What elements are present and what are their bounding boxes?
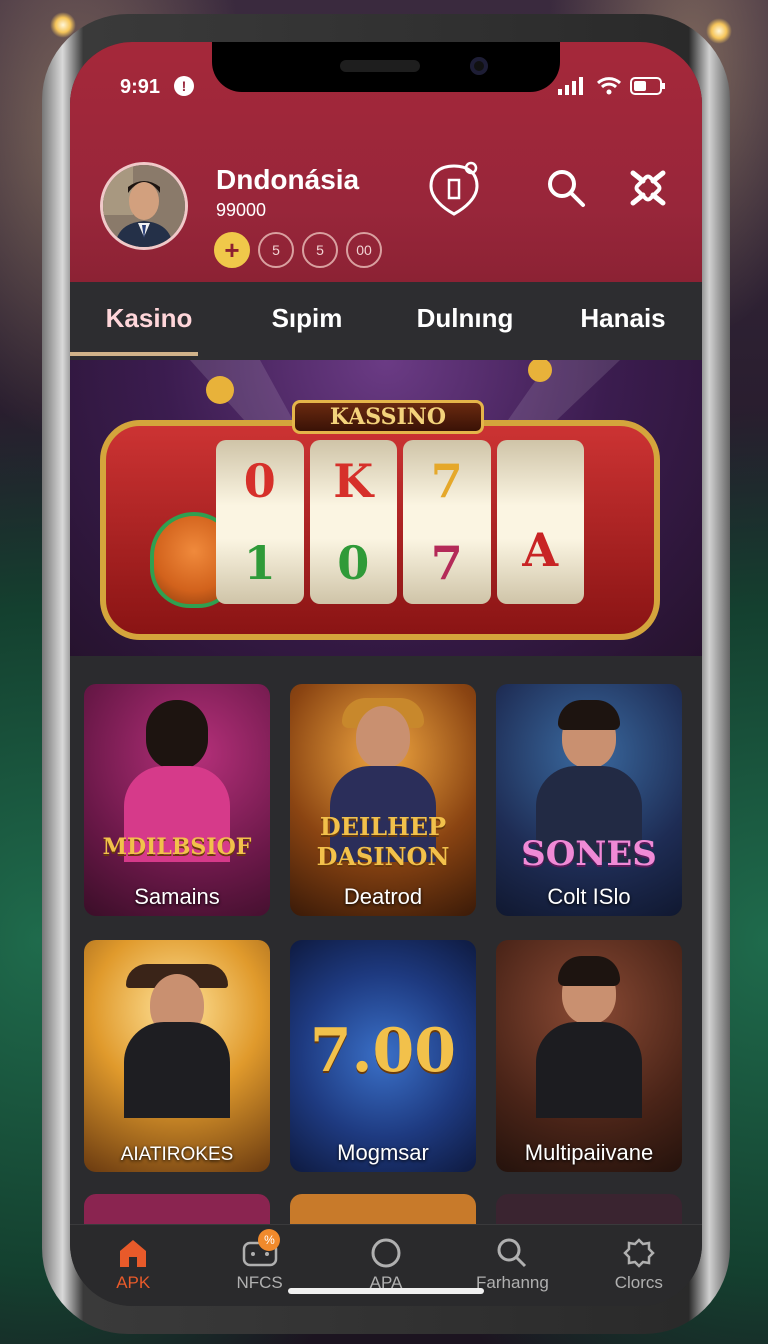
phone-frame: 9:91 ! Dndonásia 99000 + 5 5 00 Kasino S… — [42, 14, 730, 1334]
reel-symbol: 1 — [243, 536, 276, 590]
chip-badge[interactable]: 5 — [258, 232, 294, 268]
battery-icon — [630, 77, 665, 95]
home-icon — [120, 1240, 147, 1267]
settings-button[interactable] — [620, 160, 676, 216]
game-label: Samains — [134, 884, 220, 909]
wifi-icon — [596, 77, 622, 95]
slot-reels: 01 K0 77 A — [216, 440, 584, 604]
tab-dulning[interactable]: Dulnıng — [386, 282, 544, 360]
game-label: AIATIROKES — [120, 1144, 234, 1165]
game-card[interactable]: Multipaiivane — [496, 940, 682, 1172]
game-card[interactable]: 7.00 Mogmsar — [290, 940, 476, 1172]
shield-icon — [429, 161, 479, 216]
nav-label: Clorcs — [614, 1273, 663, 1292]
home-indicator[interactable] — [288, 1288, 484, 1294]
tab-hanais[interactable]: Hanais — [544, 282, 702, 360]
camera-icon — [470, 57, 488, 75]
reel-symbol: 0 — [337, 536, 370, 590]
status-time: 9:91 — [120, 76, 161, 98]
banner-title: KASSINO — [292, 400, 484, 434]
user-balance: 99000 — [216, 200, 267, 220]
user-name: Dndonásia — [216, 164, 360, 195]
nav-label: APK — [116, 1273, 151, 1292]
reel-symbol: 7 — [430, 454, 463, 508]
game-title: DEILHEP DASINON — [316, 812, 450, 871]
gear-icon — [630, 170, 666, 206]
reel-symbol: K — [333, 454, 374, 508]
game-title: SONES — [521, 834, 657, 874]
app-screen: 9:91 ! Dndonásia 99000 + 5 5 00 Kasino S… — [70, 42, 702, 1306]
add-chip-button[interactable]: + — [214, 232, 250, 268]
settings-icon — [623, 1238, 655, 1268]
chip-badge[interactable]: 00 — [346, 232, 382, 268]
nav-apk[interactable]: APK — [70, 1225, 196, 1306]
reel: K0 — [309, 440, 397, 604]
character-image — [536, 956, 642, 1118]
reel-symbol: A — [522, 522, 559, 577]
game-label: Multipaiivane — [524, 1140, 654, 1165]
notch — [212, 42, 560, 92]
info-icon: ! — [174, 76, 194, 96]
reel-symbol: 0 — [243, 454, 276, 508]
reel: A — [496, 440, 584, 604]
tab-kasino[interactable]: Kasino — [70, 282, 228, 360]
game-card[interactable]: SONES Colt ISlo — [496, 684, 682, 916]
slot-machine: 01 K0 77 A — [100, 420, 660, 640]
game-title: MDILBSIOF — [102, 834, 252, 860]
game-card[interactable]: MDILBSIOF Samains — [84, 684, 270, 916]
game-title: 7.00 — [309, 1016, 457, 1086]
character-image — [124, 962, 230, 1118]
game-label: Mogmsar — [337, 1140, 429, 1165]
circle-icon — [371, 1238, 401, 1268]
search-icon — [548, 170, 585, 207]
search-icon — [497, 1238, 527, 1268]
game-card[interactable]: AIATIROKES — [84, 940, 270, 1172]
search-button[interactable] — [538, 160, 594, 216]
vip-shield-button[interactable] — [426, 160, 482, 216]
ceiling-light-icon — [706, 18, 732, 44]
slot-banner[interactable]: 01 K0 77 A KASSINO — [70, 360, 702, 656]
game-label: Deatrod — [343, 884, 423, 909]
tab-sipim[interactable]: Sıpim — [228, 282, 386, 360]
game-card[interactable]: DEILHEP DASINON Deatrod — [290, 684, 476, 916]
category-tabs: Kasino Sıpim Dulnıng Hanais — [70, 282, 702, 360]
signal-icon — [558, 77, 583, 95]
reel: 01 — [216, 440, 304, 604]
avatar[interactable] — [100, 162, 188, 250]
avatar-image — [103, 165, 185, 247]
game-grid: MDILBSIOF Samains DEILHEP DASINON Deatro… — [84, 684, 684, 1172]
game-label: Colt ISlo — [547, 884, 631, 909]
reel: 77 — [403, 440, 491, 604]
nav-settings[interactable]: Clorcs — [576, 1225, 702, 1306]
chip-badge[interactable]: 5 — [302, 232, 338, 268]
chip-row: + 5 5 00 — [214, 232, 382, 268]
nav-label: Farhanng — [476, 1273, 549, 1292]
reel-symbol: 7 — [430, 536, 463, 590]
nav-label: NFCS — [236, 1273, 283, 1292]
